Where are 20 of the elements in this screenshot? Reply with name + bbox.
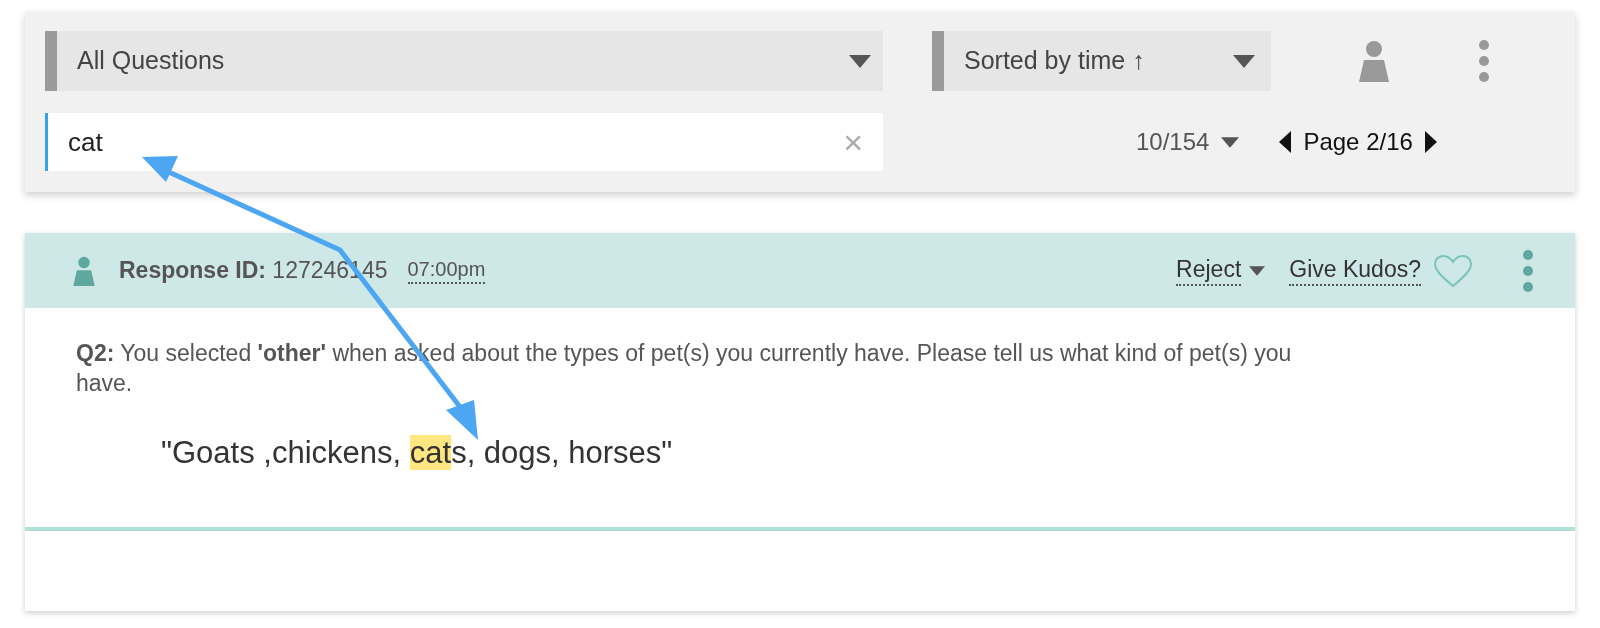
sort-select[interactable]: Sorted by time ↑ [932, 31, 1271, 91]
previous-page-icon[interactable] [1279, 131, 1292, 153]
heart-icon[interactable] [1433, 253, 1473, 288]
reject-select[interactable]: Reject [1176, 255, 1266, 286]
person-icon [1359, 40, 1389, 82]
caret-icon [1221, 136, 1240, 148]
page-indicator: Page 2/16 [1303, 127, 1413, 157]
per-page-select[interactable]: 10/154 [1136, 124, 1240, 160]
more-options-icon[interactable] [1523, 249, 1533, 292]
kudos-button[interactable]: Give Kudos? [1289, 255, 1421, 286]
next-page-icon[interactable] [1424, 131, 1437, 153]
response-time[interactable]: 07:00pm [407, 257, 486, 284]
caret-icon [849, 54, 871, 68]
caret-icon [1249, 265, 1266, 276]
caret-icon [1233, 54, 1255, 68]
person-icon [73, 255, 95, 286]
search-field[interactable]: cat × [45, 113, 883, 171]
question-select[interactable]: All Questions [45, 31, 883, 91]
answer-text: "Goats ,chickens, cats, dogs, horses" [161, 434, 674, 472]
more-options-icon[interactable] [1479, 40, 1489, 82]
